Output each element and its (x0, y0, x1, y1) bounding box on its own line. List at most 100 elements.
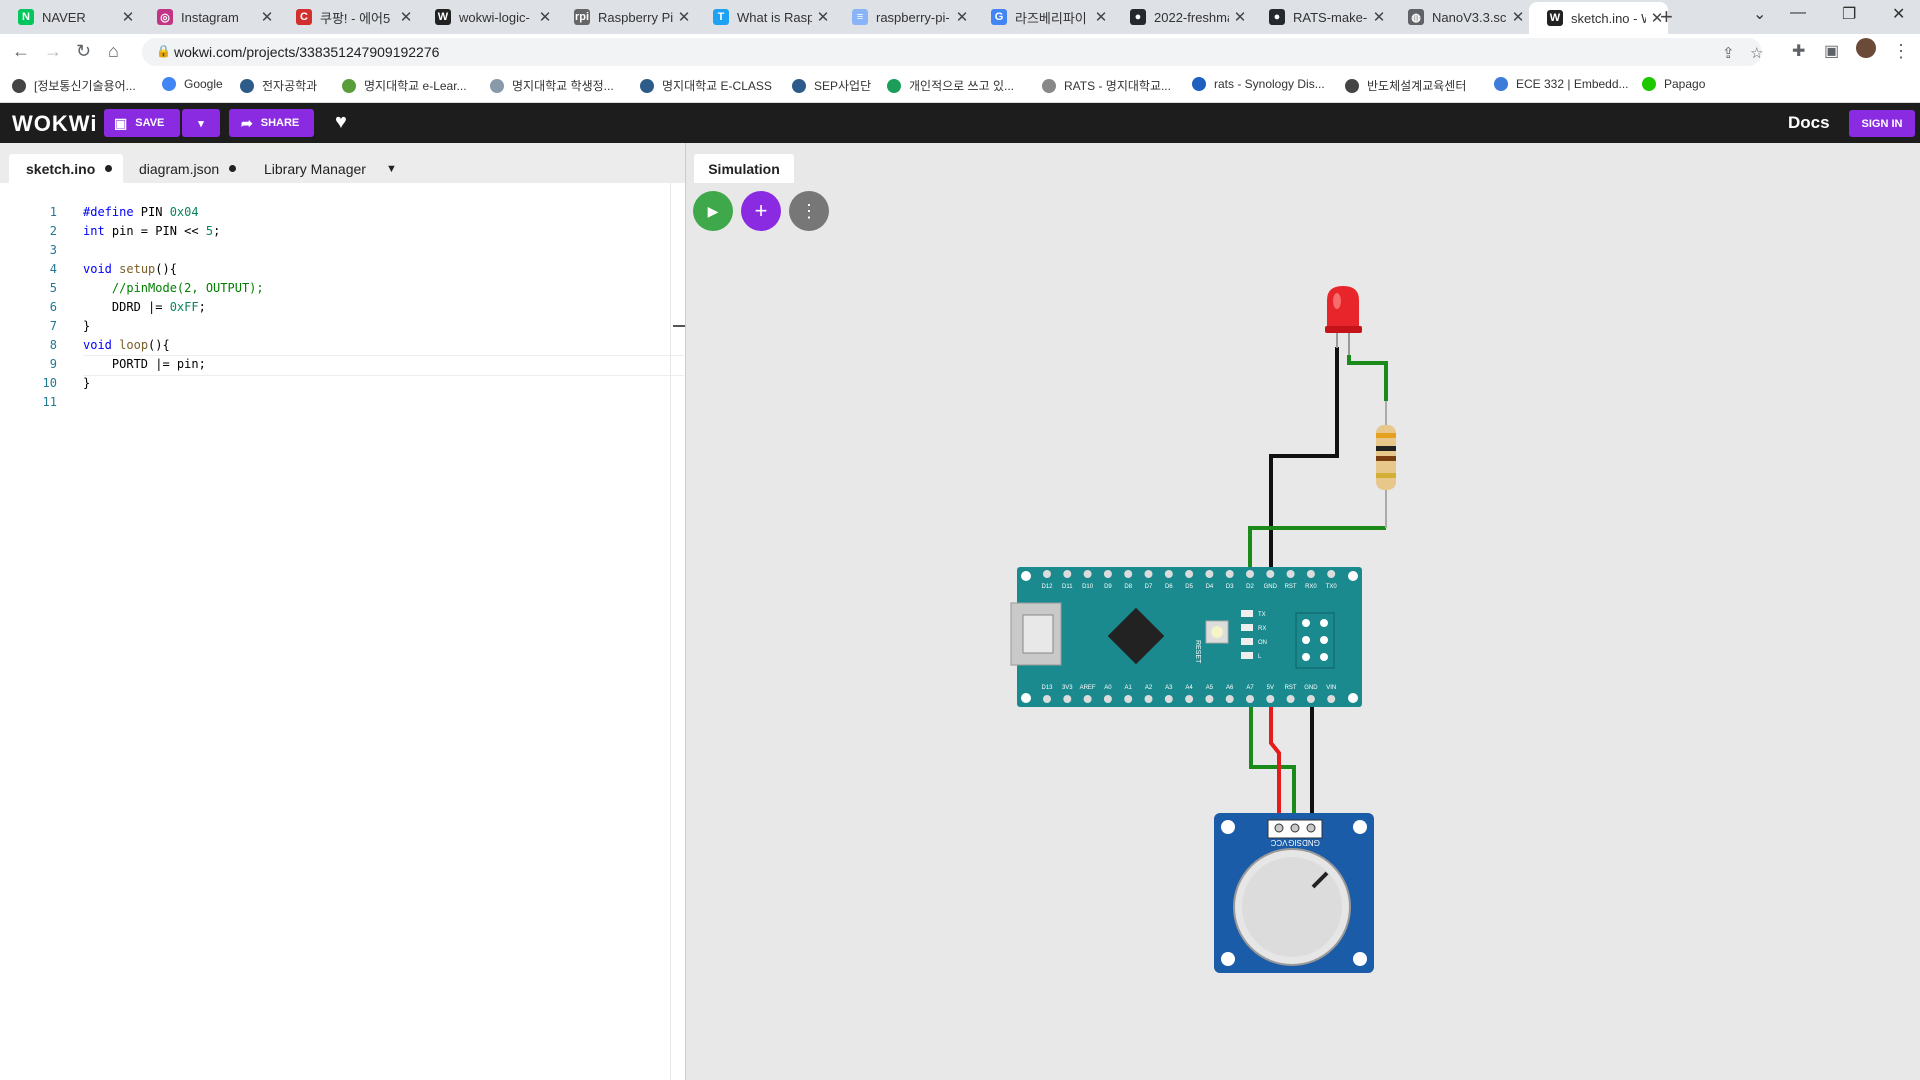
board-pin[interactable] (1266, 570, 1275, 578)
board-pin[interactable] (1266, 695, 1275, 703)
code-line[interactable]: DDRD |= 0xFF; (83, 300, 206, 314)
forward-icon[interactable]: → (44, 41, 62, 62)
board-pin[interactable] (1063, 695, 1072, 703)
wire-green-led-resistor[interactable] (1347, 355, 1388, 401)
bookmark-item[interactable]: SEP사업단 (792, 77, 871, 94)
board-pin[interactable] (1286, 695, 1295, 703)
bookmark-item[interactable]: 명지대학교 e-Lear... (342, 77, 467, 94)
bookmark-item[interactable]: ECE 332 | Embedd... (1494, 77, 1629, 91)
editor-scrollbar[interactable] (670, 183, 685, 1080)
wire-red-5v-vcc[interactable] (1269, 695, 1281, 828)
close-tab-icon[interactable]: ✕ (1368, 8, 1390, 26)
bookmark-star-icon[interactable]: ☆ (1750, 44, 1763, 62)
reload-icon[interactable]: ↻ (76, 41, 91, 62)
board-pin[interactable] (1144, 570, 1153, 578)
board-pin[interactable] (1185, 570, 1194, 578)
arduino-nano-board[interactable]: D12 D11 D10 D9 D8 D7 D6 D5 D4 D3 D2 GND RST RX0 TX0 D1… (1010, 567, 1362, 707)
board-pin[interactable] (1043, 695, 1051, 703)
browser-tab[interactable]: C 쿠팡! - 에어5 ✕ (278, 2, 417, 32)
close-tab-icon[interactable]: ✕ (117, 8, 139, 26)
side-panel-icon[interactable]: ▣ (1824, 41, 1839, 61)
board-pin[interactable] (1306, 695, 1315, 703)
browser-tab[interactable]: Wwokwi-logic- ✕ (417, 2, 556, 32)
potentiometer[interactable]: VCC SIG GND (1214, 813, 1374, 973)
browser-tab[interactable]: N NAVER ✕ (0, 2, 139, 32)
docs-link[interactable]: Docs (1788, 113, 1830, 133)
browser-tab[interactable]: rpi Raspberry Pi ✕ (556, 2, 695, 32)
bookmark-item[interactable]: 전자공학과 (240, 77, 317, 94)
close-tab-icon[interactable]: ✕ (1090, 8, 1112, 26)
board-pin[interactable] (1205, 570, 1214, 578)
browser-tab[interactable]: ≡ raspberry-pi- ✕ (834, 2, 973, 32)
wokwi-logo[interactable]: WOKWi (12, 111, 97, 137)
board-pin[interactable] (1103, 695, 1112, 703)
board-pin[interactable] (1144, 695, 1153, 703)
bookmark-item[interactable]: 반도체설계교육센터 (1345, 77, 1466, 94)
board-pin[interactable] (1306, 570, 1315, 578)
code-line[interactable]: PORTD |= pin; (83, 357, 206, 371)
browser-tab[interactable]: Wsketch.ino - W ✕ (1529, 2, 1668, 34)
restore-icon[interactable]: ❐ (1842, 4, 1856, 24)
caret-down-icon[interactable]: ▼ (386, 163, 397, 175)
browser-tab[interactable]: G 라즈베리파이 ✕ (973, 2, 1112, 32)
close-tab-icon[interactable]: ✕ (951, 8, 973, 26)
close-tab-icon[interactable]: ✕ (256, 8, 278, 26)
browser-tab[interactable]: ◎ Instagram ✕ (139, 2, 278, 32)
board-pin[interactable] (1205, 695, 1214, 703)
home-icon[interactable]: ⌂ (108, 41, 119, 62)
board-pin[interactable] (1246, 695, 1254, 703)
close-tab-icon[interactable]: ✕ (395, 8, 417, 26)
bookmark-item[interactable]: Google (162, 77, 223, 91)
bookmark-item[interactable]: Papago (1642, 77, 1705, 91)
url-text[interactable]: wokwi.com/projects/338351247909192276 (174, 44, 439, 60)
code-line[interactable]: //pinMode(2, OUTPUT); (83, 281, 264, 295)
code-line[interactable]: } (83, 376, 90, 390)
back-icon[interactable]: ← (12, 41, 30, 62)
close-tab-icon[interactable]: ✕ (534, 8, 556, 26)
board-pin[interactable] (1124, 695, 1133, 703)
share-page-icon[interactable]: ⇪ (1722, 44, 1735, 62)
close-window-icon[interactable]: ✕ (1892, 4, 1905, 24)
close-tab-icon[interactable]: ✕ (1507, 8, 1529, 26)
bookmark-item[interactable]: RATS - 명지대학교... (1042, 77, 1171, 94)
wire-black-led[interactable] (1269, 347, 1339, 571)
board-pin[interactable] (1124, 570, 1133, 578)
board-pin[interactable] (1043, 570, 1051, 578)
share-button[interactable]: ➦ SHARE (229, 109, 314, 137)
profile-avatar-icon[interactable] (1856, 38, 1876, 63)
tab-search-icon[interactable]: ⌄ (1753, 4, 1766, 24)
board-pin[interactable] (1286, 570, 1295, 578)
browser-tab[interactable]: T What is Rasp ✕ (695, 2, 834, 32)
code-line[interactable]: #define PIN 0x04 (83, 205, 199, 219)
board-pin[interactable] (1164, 695, 1173, 703)
extensions-icon[interactable]: ✚ (1792, 41, 1805, 61)
tab-sketch-ino[interactable]: sketch.ino (9, 154, 123, 183)
circuit-canvas[interactable]: D12 D11 D10 D9 D8 D7 D6 D5 D4 D3 D2 GND RST RX0 TX0 D1… (686, 143, 1920, 1080)
code-editor[interactable]: 1 2 3 4 5 6 7 8 9 10 11 #define PIN 0x04 int pin =… (0, 183, 685, 1080)
tab-diagram-json[interactable]: diagram.json (139, 154, 237, 183)
browser-tab[interactable]: ◍ NanoV3.3.sch ✕ (1390, 2, 1529, 32)
tab-library-manager[interactable]: Library Manager ▼ (264, 154, 397, 183)
code-line[interactable]: void loop(){ (83, 338, 170, 352)
board-pin[interactable] (1103, 570, 1112, 578)
board-pin[interactable] (1327, 570, 1336, 578)
resistor[interactable] (1376, 401, 1396, 528)
code-line[interactable]: } (83, 319, 90, 333)
save-button[interactable]: ▣ SAVE (104, 109, 180, 137)
bookmark-item[interactable]: rats - Synology Dis... (1192, 77, 1325, 91)
bookmark-item[interactable]: 명지대학교 학생정... (490, 77, 614, 94)
board-pin[interactable] (1246, 570, 1254, 578)
save-dropdown-button[interactable]: ▾ (182, 109, 220, 137)
board-pin[interactable] (1164, 570, 1173, 578)
close-tab-icon[interactable]: ✕ (673, 8, 695, 26)
minimize-icon[interactable]: — (1790, 4, 1806, 22)
bookmark-item[interactable]: 개인적으로 쓰고 있... (887, 77, 1014, 94)
close-tab-icon[interactable]: ✕ (812, 8, 834, 26)
sign-in-button[interactable]: SIGN IN (1849, 110, 1915, 137)
address-bar[interactable]: 🔒 wokwi.com/projects/338351247909192276 … (142, 38, 1763, 66)
browser-tab[interactable]: ● RATS-make-r ✕ (1251, 2, 1390, 32)
code-line[interactable]: int pin = PIN << 5; (83, 224, 220, 238)
browser-tab[interactable]: ● 2022-freshma ✕ (1112, 2, 1251, 32)
board-pin[interactable] (1063, 570, 1072, 578)
close-tab-icon[interactable]: ✕ (1229, 8, 1251, 26)
